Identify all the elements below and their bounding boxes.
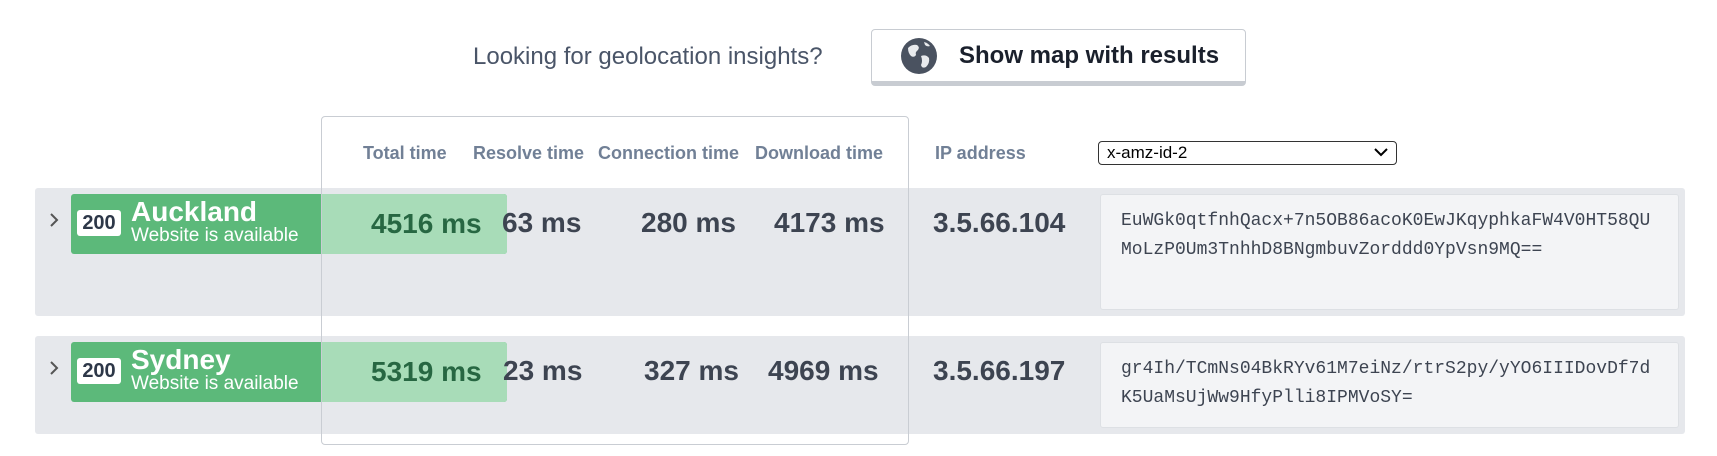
column-header-connection-time[interactable]: Connection time — [598, 142, 739, 164]
show-map-label: Show map with results — [959, 41, 1220, 69]
location-city: Auckland — [131, 196, 258, 227]
location-status-block: 200 Sydney Website is available 5319 ms — [71, 342, 507, 402]
download-time-value: 4173 ms — [774, 207, 885, 238]
geolocation-prompt: Looking for geolocation insights? — [473, 43, 823, 70]
location-status-block: 200 Auckland Website is available 4516 m… — [71, 194, 507, 254]
column-header-resolve-time[interactable]: Resolve time — [473, 142, 584, 164]
response-header-value: EuWGk0qtfnhQacx+7n5OB86acoK0EwJKqyphkaFW… — [1100, 194, 1679, 310]
expand-chevron-icon[interactable] — [44, 358, 64, 378]
response-header-value: gr4Ih/TCmNs04BkRYv61M7eiNz/rtrS2py/yYO6I… — [1100, 342, 1679, 428]
response-header-select-value: x-amz-id-2 — [1107, 143, 1188, 162]
ip-address-value: 3.5.66.104 — [933, 207, 1066, 238]
availability-status: Website is available — [131, 225, 299, 246]
download-time-value: 4969 ms — [768, 355, 879, 386]
connection-time-value: 327 ms — [644, 355, 739, 386]
show-map-button[interactable]: Show map with results — [871, 29, 1246, 86]
availability-status: Website is available — [131, 373, 299, 394]
ip-address-value: 3.5.66.197 — [933, 355, 1066, 386]
chevron-down-icon — [1374, 146, 1388, 160]
globe-icon — [899, 36, 939, 76]
results-page: Looking for geolocation insights? Show m… — [0, 0, 1717, 456]
resolve-time-value: 63 ms — [502, 207, 582, 238]
status-code-badge: 200 — [77, 210, 121, 236]
column-header-total-time[interactable]: Total time — [363, 142, 447, 164]
column-header-ip-address: IP address — [935, 143, 1026, 163]
result-row: 200 Auckland Website is available 4516 m… — [35, 188, 1685, 316]
result-row: 200 Sydney Website is available 5319 ms … — [35, 336, 1685, 434]
status-code-badge: 200 — [77, 358, 121, 384]
connection-time-value: 280 ms — [641, 207, 736, 238]
total-time-value: 4516 ms — [371, 208, 482, 239]
column-header-download-time[interactable]: Download time — [755, 142, 883, 164]
location-city: Sydney — [131, 344, 231, 375]
total-time-value: 5319 ms — [371, 356, 482, 387]
resolve-time-value: 23 ms — [503, 355, 583, 386]
expand-chevron-icon[interactable] — [44, 210, 64, 230]
response-header-select[interactable]: x-amz-id-2 — [1098, 141, 1397, 165]
